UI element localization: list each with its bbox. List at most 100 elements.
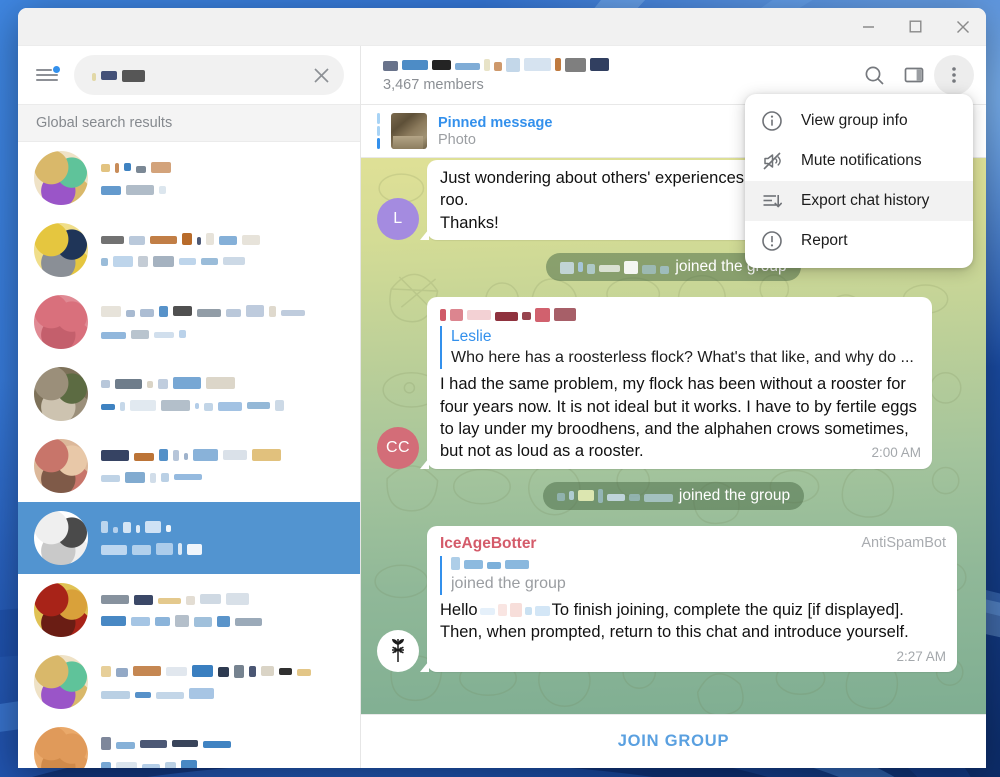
message-timestamp: 2:00 AM: [871, 445, 921, 461]
reply-quote[interactable]: joined the group: [440, 555, 946, 595]
search-result-subtitle-redacted: [101, 183, 346, 196]
redacted-text-block: [101, 185, 121, 195]
redacted-text-block: [101, 736, 111, 750]
redacted-text-block: [206, 377, 235, 389]
search-input[interactable]: [74, 55, 344, 95]
message-paragraph: Just wondering about others' experiences: [440, 169, 745, 187]
redacted-text-block: [156, 543, 173, 555]
redacted-text-block: [135, 692, 151, 698]
menu-item-report[interactable]: Report: [745, 221, 973, 261]
redacted-text-block: [275, 399, 284, 411]
minimize-button[interactable]: [845, 8, 892, 45]
redacted-text-block: [383, 60, 398, 71]
redacted-text-block: [131, 329, 149, 339]
redacted-text-block: [132, 544, 151, 555]
message-bubble[interactable]: Leslie Who here has a roosterless flock? …: [420, 297, 932, 469]
redacted-text-block: [113, 255, 133, 267]
search-result-row[interactable]: [18, 286, 360, 358]
chat-title-redacted: [383, 57, 854, 72]
redacted-text-block: [155, 616, 170, 626]
redacted-text-block: [159, 186, 166, 194]
search-result-row[interactable]: [18, 574, 360, 646]
redacted-text-block: [467, 309, 491, 320]
redacted-text-block: [136, 166, 146, 173]
redacted-text-block: [161, 473, 169, 482]
redacted-text-block: [182, 233, 192, 245]
search-result-title-redacted: [101, 521, 346, 534]
redacted-text-block: [606, 494, 625, 502]
search-result-row[interactable]: [18, 430, 360, 502]
redacted-text-block: [126, 309, 135, 317]
redacted-text-block: [133, 666, 161, 676]
redacted-text-block: [142, 764, 160, 768]
maximize-button[interactable]: [892, 8, 939, 45]
chat-title-block[interactable]: 3,467 members: [383, 57, 854, 93]
search-result-row[interactable]: [18, 646, 360, 718]
redacted-text-block: [92, 73, 96, 81]
redacted-text-block: [116, 741, 135, 749]
redacted-text-block: [115, 378, 142, 389]
redacted-text-block: [479, 608, 495, 616]
search-result-row[interactable]: [18, 214, 360, 286]
search-result-text: [101, 377, 346, 412]
hamburger-menu-icon[interactable]: [32, 61, 62, 89]
message-text: I had the same problem, my flock has bee…: [440, 373, 921, 463]
clear-search-icon[interactable]: [306, 60, 336, 90]
redacted-text-block: [560, 261, 575, 274]
join-group-label: JOIN GROUP: [617, 732, 730, 750]
redacted-text-block: [247, 402, 270, 409]
search-results-list[interactable]: [18, 142, 360, 768]
redacted-text-block: [101, 595, 129, 604]
search-result-subtitle-redacted: [101, 687, 346, 700]
join-group-button[interactable]: JOIN GROUP: [361, 714, 986, 768]
menu-item-mute-notifications[interactable]: Mute notifications: [745, 141, 973, 181]
redacted-text-block: [197, 309, 221, 317]
menu-item-export-chat-history[interactable]: Export chat history: [745, 181, 973, 221]
redacted-text-block: [194, 616, 212, 627]
search-result-title-redacted: [101, 161, 346, 174]
search-result-row[interactable]: [18, 358, 360, 430]
redacted-text-block: [534, 606, 550, 617]
avatar[interactable]: CC: [377, 426, 419, 469]
redacted-text-block: [505, 560, 529, 570]
search-result-text: [101, 593, 346, 628]
search-result-row-selected[interactable]: [18, 502, 360, 574]
redacted-text-block: [184, 453, 188, 460]
redacted-text-block: [487, 561, 501, 569]
chat-actions-dropdown[interactable]: View group info Mute notifications Export …: [745, 94, 973, 268]
redacted-text-block: [555, 58, 561, 71]
message-author[interactable]: IceAgeBotter: [440, 533, 536, 554]
more-vertical-icon[interactable]: [934, 55, 974, 95]
snowflake-plant-icon[interactable]: [377, 629, 419, 672]
redacted-text-block: [587, 263, 596, 274]
redacted-text-block: [120, 401, 125, 411]
search-result-title-redacted: [101, 449, 346, 462]
menu-item-view-group-info[interactable]: View group info: [745, 101, 973, 141]
message-bubble[interactable]: Just wondering about others' experiences…: [419, 160, 756, 241]
redacted-text-block: [166, 666, 187, 676]
avatar[interactable]: L: [377, 198, 419, 241]
redacted-text-block: [161, 399, 190, 411]
search-result-row[interactable]: [18, 142, 360, 214]
redacted-text-block: [440, 308, 446, 321]
search-result-row[interactable]: [18, 718, 360, 768]
mute-bell-icon: [761, 150, 783, 172]
sidebar-toggle-icon[interactable]: [894, 55, 934, 95]
search-result-subtitle-redacted: [101, 471, 346, 484]
redacted-text-block: [101, 474, 120, 482]
redacted-text-block: [101, 521, 108, 533]
redacted-text-block: [568, 491, 574, 501]
redacted-text-block: [201, 258, 218, 265]
search-icon[interactable]: [854, 55, 894, 95]
reply-quote[interactable]: Leslie Who here has a roosterless flock? …: [440, 326, 921, 370]
menu-item-label: Report: [801, 232, 848, 249]
redacted-text-block: [187, 543, 202, 555]
chat-panel: 3,467 members View group info Mute notifi…: [361, 46, 986, 768]
redacted-text-block: [131, 616, 150, 626]
avatar: [34, 295, 88, 349]
message-bubble[interactable]: IceAgeBotter AntiSpamBot joined the group H…: [420, 525, 957, 673]
redacted-text-block: [145, 521, 161, 533]
redacted-text-block: [186, 596, 195, 605]
close-button[interactable]: [939, 8, 986, 45]
redacted-text-block: [203, 741, 231, 748]
